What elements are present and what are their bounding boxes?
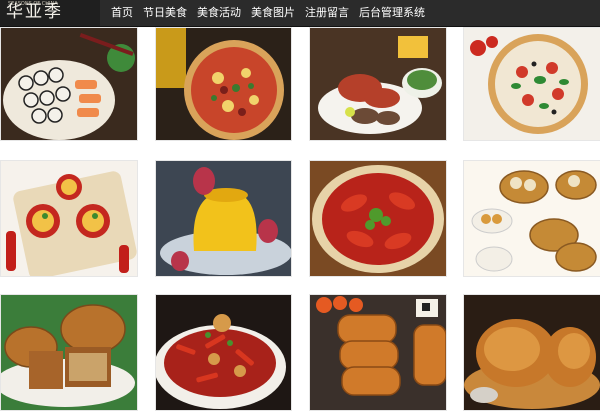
nav-festival-food[interactable]: 节日美食 [138, 0, 192, 26]
sushi-platter-photo[interactable] [0, 27, 138, 141]
pizza-top-view-photo[interactable] [463, 27, 600, 141]
pudding-dessert-photo[interactable] [155, 160, 292, 277]
dim-sum-photo[interactable] [463, 160, 600, 277]
main-menu: 首页 节日美食 美食活动 美食图片 注册留言 后台管理系统 [108, 0, 430, 26]
logo-text: 华亚季 [6, 2, 63, 22]
site-logo[interactable]: SEASONS OF CHINA 华亚季 [0, 0, 100, 26]
seafood-platter-photo[interactable] [309, 27, 447, 141]
pizza-photo[interactable] [155, 27, 292, 141]
red-bowls-photo[interactable] [0, 160, 138, 277]
mooncake-stack-photo[interactable] [309, 294, 447, 411]
roast-chicken-photo[interactable] [463, 294, 600, 411]
nav-home[interactable]: 首页 [108, 0, 138, 26]
top-nav-bar: SEASONS OF CHINA 华亚季 首页 节日美食 美食活动 美食图片 注… [0, 0, 600, 27]
nav-admin-system[interactable]: 后台管理系统 [354, 0, 430, 26]
mooncakes-photo[interactable] [0, 294, 138, 411]
nav-food-events[interactable]: 美食活动 [192, 0, 246, 26]
dried-chili-chicken-photo[interactable] [155, 294, 292, 411]
nav-food-photos[interactable]: 美食图片 [246, 0, 300, 26]
spicy-crayfish-photo[interactable] [309, 160, 447, 277]
nav-register-message[interactable]: 注册留言 [300, 0, 354, 26]
